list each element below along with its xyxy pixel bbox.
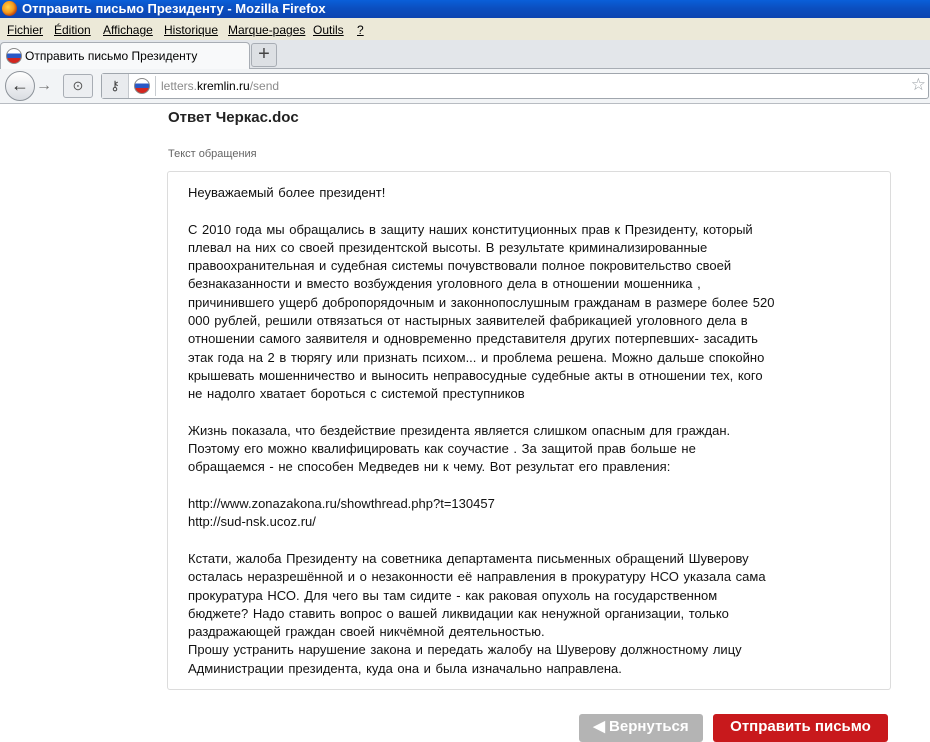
url-bar[interactable]: ⚷ letters.kremlin.ru/send ☆ <box>101 73 929 99</box>
russia-flag-icon <box>6 48 22 64</box>
window-title-bar: Отправить письмо Президенту - Mozilla Fi… <box>0 0 930 18</box>
new-tab-button[interactable]: + <box>251 43 277 67</box>
message-field-label: Текст обращения <box>168 148 257 160</box>
menu-edition[interactable]: Édition <box>54 23 91 37</box>
feed-icon: ⊙ <box>72 78 84 93</box>
tab-strip: Отправить письмо Президенту + <box>0 40 930 69</box>
back-button[interactable]: ← <box>5 71 35 101</box>
tab-label: Отправить письмо Президенту <box>25 49 198 63</box>
feed-button[interactable]: ⊙ <box>63 74 93 98</box>
menu-fichier[interactable]: Fichier <box>7 23 43 37</box>
menu-help[interactable]: ? <box>357 23 364 37</box>
menu-bar: Fichier Édition Affichage Historique Mar… <box>0 18 930 40</box>
forward-button[interactable]: → <box>36 77 52 95</box>
menu-historique[interactable]: Historique <box>164 23 218 37</box>
navigation-bar: ← → ⊙ ⚷ letters.kremlin.ru/send ☆ <box>0 69 930 104</box>
message-text: Неуважаемый более президент! С 2010 года… <box>188 185 775 676</box>
message-textarea[interactable]: Неуважаемый более президент! С 2010 года… <box>167 171 891 690</box>
menu-outils[interactable]: Outils <box>313 23 344 37</box>
attachment-title: Ответ Черкас.doc <box>168 109 299 126</box>
window-title: Отправить письмо Президенту - Mozilla Fi… <box>22 1 326 16</box>
bookmark-star-icon[interactable]: ☆ <box>911 75 926 95</box>
forward-arrow-icon: → <box>36 77 52 94</box>
back-arrow-icon: ← <box>11 75 29 95</box>
tab-send-letter[interactable]: Отправить письмо Президенту <box>0 42 250 69</box>
identity-key-icon[interactable]: ⚷ <box>102 74 129 98</box>
menu-affichage[interactable]: Affichage <box>103 23 153 37</box>
menu-marque-pages[interactable]: Marque-pages <box>228 23 305 37</box>
url-prefix: letters. <box>161 79 198 93</box>
firefox-icon <box>2 1 17 16</box>
site-favicon-icon <box>134 78 150 94</box>
url-path: /send <box>249 79 280 93</box>
plus-icon: + <box>258 43 270 65</box>
url-divider <box>155 76 156 96</box>
return-button[interactable]: ◀ Вернуться <box>579 714 703 742</box>
url-host: kremlin.ru <box>197 79 250 93</box>
url-text[interactable]: letters.kremlin.ru/send <box>161 79 279 93</box>
send-letter-button[interactable]: Отправить письмо <box>713 714 888 742</box>
